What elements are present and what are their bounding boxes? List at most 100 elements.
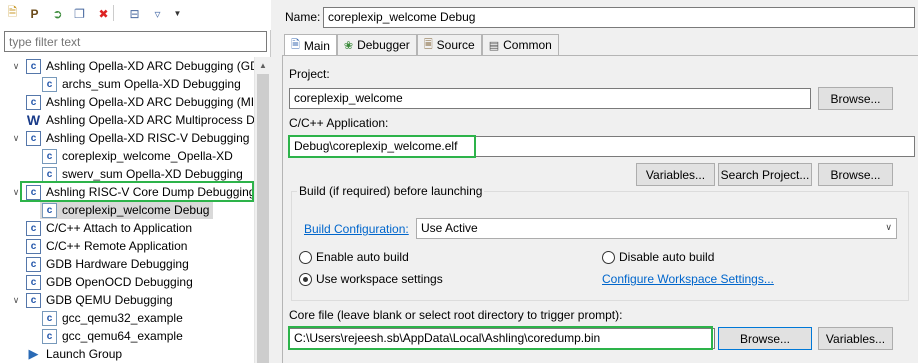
tab-main[interactable]: 🗎 Main xyxy=(284,34,337,56)
c-config-icon: c xyxy=(42,166,57,182)
core-file-input[interactable]: C:\Users\rejeesh.sb\AppData\Local\Ashlin… xyxy=(289,328,715,349)
delete-icon[interactable]: ✖ xyxy=(95,5,112,22)
radio-button-selected[interactable] xyxy=(299,272,312,286)
radio-label: Disable auto build xyxy=(619,250,715,264)
tree-item-label: GDB Hardware Debugging xyxy=(46,257,189,271)
radio-label: Enable auto build xyxy=(316,250,409,264)
new-configuration-icon[interactable]: 🗎 xyxy=(4,5,21,22)
core-file-variables-button[interactable]: Variables... xyxy=(818,327,893,350)
tree-item-label: C/C++ Remote Application xyxy=(46,239,188,253)
tree-item-selected[interactable]: c coreplexip_welcome Debug xyxy=(40,201,214,219)
tab-source[interactable]: 🗏 Source xyxy=(416,34,482,55)
c-config-type-icon: c xyxy=(26,238,41,254)
project-browse-button[interactable]: Browse... xyxy=(818,87,893,110)
build-configuration-link[interactable]: Build Configuration: xyxy=(304,222,409,236)
tree-item[interactable]: c C/C++ Remote Application xyxy=(10,237,187,255)
tab-debugger[interactable]: ❀ Debugger xyxy=(336,34,417,55)
tree-item-label: Ashling Opella-XD ARC Debugging (MI xyxy=(46,95,254,109)
c-config-type-icon: c xyxy=(26,292,41,308)
build-group-title: Build (if required) before launching xyxy=(297,184,485,198)
tree-item-label: Ashling Opella-XD ARC Multiprocess D xyxy=(46,113,254,127)
tree-item[interactable]: c GDB OpenOCD Debugging xyxy=(10,273,193,291)
tree-item[interactable]: ▶ Launch Group xyxy=(10,345,122,363)
tree-item-label: Launch Group xyxy=(46,347,123,361)
main-tab-icon: 🗎 xyxy=(291,39,300,51)
launch-config-tree: ∨ c Ashling Opella-XD ARC Debugging (GD … xyxy=(0,57,254,363)
view-menu-icon[interactable]: ▼ xyxy=(169,5,186,22)
tree-item[interactable]: c GDB Hardware Debugging xyxy=(10,255,189,273)
configuration-editor: Name: coreplexip_welcome Debug 🗎 Main ❀ … xyxy=(279,0,918,363)
tree-item[interactable]: W Ashling Opella-XD ARC Multiprocess D xyxy=(10,111,254,129)
tree-item-label: archs_sum Opella-XD Debugging xyxy=(62,77,241,91)
scroll-up-icon[interactable]: ▲ xyxy=(255,57,271,73)
launch-group-icon: ▶ xyxy=(26,346,41,362)
pane-sash[interactable] xyxy=(271,0,279,363)
c-config-type-icon: c xyxy=(26,274,41,290)
expand-chevron-icon[interactable]: ∨ xyxy=(10,295,22,306)
application-browse-button[interactable]: Browse... xyxy=(818,163,893,186)
tree-item[interactable]: c archs_sum Opella-XD Debugging xyxy=(42,75,241,93)
toolbar-separator xyxy=(113,5,114,21)
scrollbar-thumb[interactable] xyxy=(257,74,269,363)
name-input[interactable]: coreplexip_welcome Debug xyxy=(323,7,915,28)
build-group: Build (if required) before launching Bui… xyxy=(291,184,909,301)
configure-workspace-settings-link[interactable]: Configure Workspace Settings... xyxy=(602,272,774,286)
core-file-label: Core file (leave blank or select root di… xyxy=(289,308,623,322)
search-project-button[interactable]: Search Project... xyxy=(718,163,812,186)
application-input[interactable]: Debug\coreplexip_welcome.elf xyxy=(289,136,915,157)
tab-label: Common xyxy=(503,38,552,52)
tree-item[interactable]: ∨ c Ashling Opella-XD RISC-V Debugging xyxy=(10,129,249,147)
tree-item[interactable]: ∨ c Ashling RISC-V Core Dump Debugging xyxy=(10,183,254,201)
tab-common[interactable]: ▤ Common xyxy=(481,34,559,55)
project-label: Project: xyxy=(289,67,330,81)
tree-item-label: coreplexip_welcome Debug xyxy=(62,203,210,217)
launch-config-toolbar: 🗎 P ➲ ❐ ✖ ⊟ ▿ ▼ xyxy=(0,0,271,30)
core-file-browse-button[interactable]: Browse... xyxy=(718,327,812,350)
build-configuration-value: Use Active xyxy=(421,221,478,235)
tree-item[interactable]: c gcc_qemu64_example xyxy=(42,327,183,345)
radio-disable-auto-build[interactable]: Disable auto build xyxy=(602,250,714,264)
collapse-all-icon[interactable]: ⊟ xyxy=(126,5,143,22)
launch-configurations-pane: 🗎 P ➲ ❐ ✖ ⊟ ▿ ▼ ∨ c Ashling Opella-XD AR… xyxy=(0,0,271,363)
filter-icon[interactable]: ▿ xyxy=(149,5,166,22)
c-config-type-icon: c xyxy=(26,58,41,74)
application-variables-button[interactable]: Variables... xyxy=(636,163,715,186)
project-input[interactable]: coreplexip_welcome xyxy=(289,88,811,109)
export-icon[interactable]: ➲ xyxy=(49,5,66,22)
tree-item[interactable]: c C/C++ Attach to Application xyxy=(10,219,192,237)
c-config-type-icon: c xyxy=(26,256,41,272)
tree-item[interactable]: c Ashling Opella-XD ARC Debugging (MI xyxy=(10,93,254,111)
tree-item[interactable]: c gcc_qemu32_example xyxy=(42,309,183,327)
tree-item[interactable]: ∨ c Ashling Opella-XD ARC Debugging (GD xyxy=(10,57,254,75)
tree-item[interactable]: c coreplexip_welcome_Opella-XD xyxy=(42,147,233,165)
radio-use-workspace-settings[interactable]: Use workspace settings xyxy=(299,272,443,286)
tree-item-label: C/C++ Attach to Application xyxy=(46,221,193,235)
application-label: C/C++ Application: xyxy=(289,116,389,130)
c-config-icon: c xyxy=(42,310,57,326)
tab-label: Debugger xyxy=(357,38,410,52)
config-tabs: 🗎 Main ❀ Debugger 🗏 Source ▤ Common xyxy=(284,34,559,56)
common-tab-icon: ▤ xyxy=(488,39,500,52)
duplicate-icon[interactable]: ❐ xyxy=(71,5,88,22)
tree-item-label: GDB OpenOCD Debugging xyxy=(46,275,193,289)
radio-button[interactable] xyxy=(602,250,615,264)
new-prototype-icon[interactable]: P xyxy=(26,5,43,22)
radio-label: Use workspace settings xyxy=(316,272,443,286)
expand-chevron-icon[interactable]: ∨ xyxy=(10,133,22,144)
c-config-icon: c xyxy=(42,76,57,92)
tree-item[interactable]: ∨ c GDB QEMU Debugging xyxy=(10,291,173,309)
c-config-icon: c xyxy=(42,148,57,164)
chevron-down-icon: ∨ xyxy=(885,222,892,232)
radio-enable-auto-build[interactable]: Enable auto build xyxy=(299,250,409,264)
tree-item[interactable]: c swerv_sum Opella-XD Debugging xyxy=(42,165,243,183)
vertical-scrollbar[interactable]: ▲ xyxy=(254,57,271,363)
radio-button[interactable] xyxy=(299,250,312,264)
tree-item-label: GDB QEMU Debugging xyxy=(46,293,173,307)
expand-chevron-icon[interactable]: ∨ xyxy=(10,61,22,72)
c-config-icon: c xyxy=(42,202,57,218)
tree-item-label: gcc_qemu64_example xyxy=(62,329,183,343)
tree-item-label: Ashling Opella-XD ARC Debugging (GD xyxy=(46,59,254,73)
expand-chevron-icon[interactable]: ∨ xyxy=(10,187,22,198)
build-configuration-select[interactable]: Use Active ∨ xyxy=(416,218,897,239)
filter-input[interactable] xyxy=(4,31,267,52)
